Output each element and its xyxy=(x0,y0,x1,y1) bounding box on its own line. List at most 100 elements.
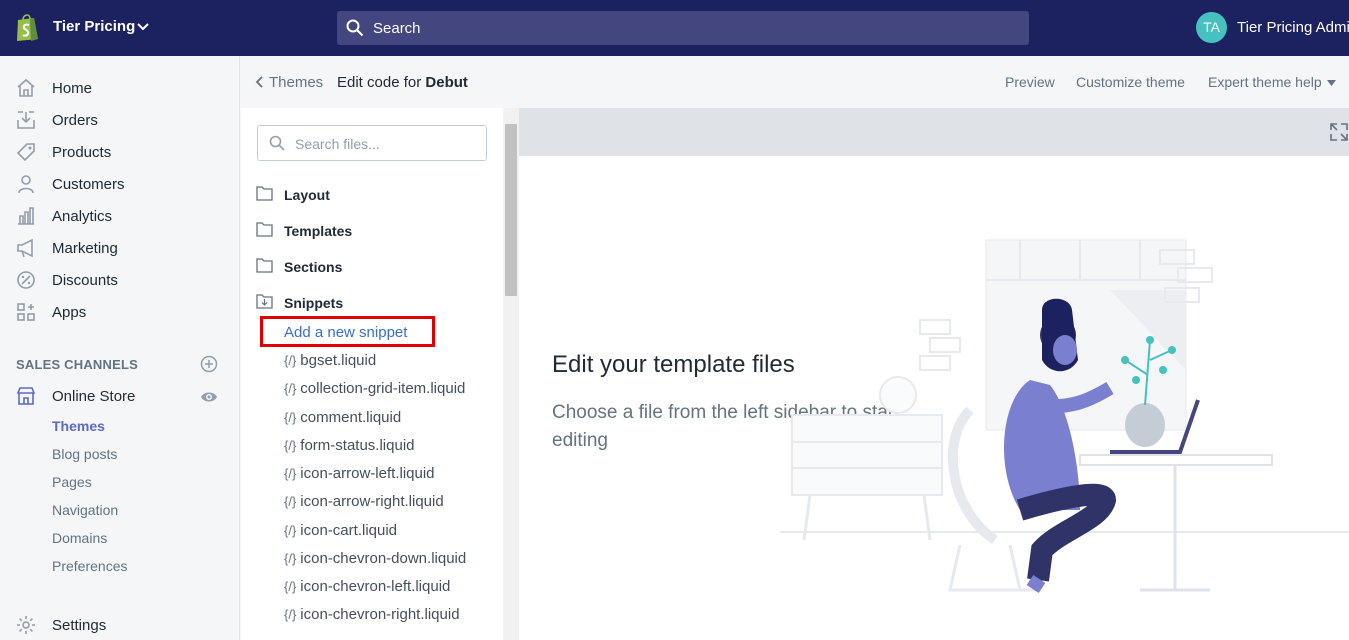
top-bar: Tier Pricing Search TA Tier Pricing Admi… xyxy=(0,0,1349,56)
chevron-left-icon[interactable] xyxy=(255,76,263,88)
liquid-file-icon: {/} xyxy=(284,551,297,566)
liquid-file-icon: {/} xyxy=(284,466,297,481)
file-item[interactable]: {/} icon-cart.liquid xyxy=(284,522,397,539)
sidebar-item-label: Home xyxy=(52,80,93,97)
liquid-file-icon: {/} xyxy=(284,353,297,368)
search-files-placeholder: Search files... xyxy=(295,136,380,152)
caret-down-icon[interactable] xyxy=(1327,80,1336,86)
sidebar-item-settings[interactable]: Settings xyxy=(0,609,239,640)
customize-theme-button[interactable]: Customize theme xyxy=(1076,74,1185,90)
shopify-logo-icon[interactable] xyxy=(14,14,40,42)
file-name: icon-arrow-right.liquid xyxy=(300,493,444,510)
eye-icon[interactable] xyxy=(200,389,218,405)
sidebar-item-apps[interactable]: Apps xyxy=(0,296,239,328)
store-name[interactable]: Tier Pricing xyxy=(53,18,135,35)
sidebar-item-label: Marketing xyxy=(52,240,118,257)
orders-icon xyxy=(17,111,35,129)
sidebar-item-label: Discounts xyxy=(52,272,118,289)
folder-sections[interactable]: Sections xyxy=(256,257,486,279)
folder-label: Templates xyxy=(284,223,353,239)
sidebar-item-customers[interactable]: Customers xyxy=(0,168,239,200)
breadcrumb-themes[interactable]: Themes xyxy=(269,74,323,91)
file-name: comment.liquid xyxy=(300,409,402,426)
developer-illustration xyxy=(780,239,1349,593)
global-search-bar[interactable]: Search xyxy=(337,11,1029,45)
expand-icon[interactable] xyxy=(1329,122,1349,142)
liquid-file-icon: {/} xyxy=(284,381,297,396)
apps-icon xyxy=(17,303,35,321)
scrollbar-thumb[interactable] xyxy=(505,124,517,296)
folder-label: Layout xyxy=(284,187,330,203)
add-snippet-highlight: Add a new snippet xyxy=(260,316,435,347)
liquid-file-icon: {/} xyxy=(284,438,297,453)
liquid-file-icon: {/} xyxy=(284,410,297,425)
sidebar-subitem-blog-posts[interactable]: Blog posts xyxy=(52,446,117,462)
liquid-file-icon: {/} xyxy=(284,523,297,538)
file-name: collection-grid-item.liquid xyxy=(300,380,466,397)
sidebar-item-analytics[interactable]: Analytics xyxy=(0,200,239,232)
person-icon xyxy=(18,175,34,194)
file-item[interactable]: {/} icon-arrow-right.liquid xyxy=(284,493,444,510)
search-icon xyxy=(346,19,364,37)
file-name: icon-chevron-down.liquid xyxy=(300,550,467,567)
preview-button[interactable]: Preview xyxy=(1005,74,1055,90)
folder-label: Snippets xyxy=(284,295,344,311)
sidebar-item-label: Online Store xyxy=(52,388,136,405)
sidebar-item-orders[interactable]: Orders xyxy=(0,104,239,136)
empty-state-title: Edit your template files xyxy=(552,351,795,378)
sidebar-item-label: Apps xyxy=(52,304,87,321)
page-title-prefix: Edit code for xyxy=(337,74,422,91)
avatar[interactable]: TA xyxy=(1196,12,1227,43)
tag-icon xyxy=(16,143,35,162)
search-files-input[interactable]: Search files... xyxy=(257,125,487,161)
store-icon xyxy=(16,387,36,405)
sidebar-item-label: Settings xyxy=(52,617,107,634)
add-channel-icon[interactable] xyxy=(200,355,218,373)
sidebar-item-home[interactable]: Home xyxy=(0,72,239,104)
sidebar-subitem-preferences[interactable]: Preferences xyxy=(52,558,127,574)
analytics-icon xyxy=(18,207,34,225)
editor-tab-bar xyxy=(519,108,1349,156)
file-item[interactable]: {/} icon-arrow-left.liquid xyxy=(284,465,435,482)
file-item[interactable]: {/} form-status.liquid xyxy=(284,437,415,454)
sidebar-subitem-domains[interactable]: Domains xyxy=(52,530,107,546)
folder-layout[interactable]: Layout xyxy=(256,185,486,207)
file-name: icon-chevron-right.liquid xyxy=(300,606,460,623)
folder-icon xyxy=(256,222,273,237)
file-item[interactable]: {/} bgset.liquid xyxy=(284,352,376,369)
sidebar-item-label: Orders xyxy=(52,112,98,129)
folder-templates[interactable]: Templates xyxy=(256,221,486,243)
admin-name[interactable]: Tier Pricing Admin xyxy=(1237,19,1349,36)
file-item[interactable]: {/} icon-chevron-left.liquid xyxy=(284,578,450,595)
home-icon xyxy=(17,78,35,97)
file-item[interactable]: {/} comment.liquid xyxy=(284,409,401,426)
gear-icon xyxy=(17,616,35,634)
sidebar-subitem-pages[interactable]: Pages xyxy=(52,474,92,490)
sidebar-item-label: Products xyxy=(52,144,112,161)
file-item[interactable]: {/} icon-chevron-right.liquid xyxy=(284,606,460,623)
sidebar-item-products[interactable]: Products xyxy=(0,136,239,168)
sidebar-subitem-themes[interactable]: Themes xyxy=(52,418,105,434)
sidebar-item-marketing[interactable]: Marketing xyxy=(0,232,239,264)
folder-icon xyxy=(256,186,273,201)
file-item[interactable]: {/} collection-grid-item.liquid xyxy=(284,380,465,397)
megaphone-icon xyxy=(17,238,33,258)
sidebar-subitem-navigation[interactable]: Navigation xyxy=(52,502,118,518)
file-item[interactable]: {/} icon-chevron-down.liquid xyxy=(284,550,466,567)
file-name: icon-chevron-left.liquid xyxy=(300,578,451,595)
chevron-down-icon[interactable] xyxy=(137,21,149,33)
expert-theme-help-button[interactable]: Expert theme help xyxy=(1208,74,1322,90)
discount-icon xyxy=(17,271,35,289)
page-title: Edit code for Debut xyxy=(337,74,468,91)
search-icon xyxy=(269,135,285,151)
liquid-file-icon: {/} xyxy=(284,494,297,509)
folder-snippets[interactable]: Snippets xyxy=(256,293,486,315)
folder-icon xyxy=(256,258,273,273)
sales-channels-heading: SALES CHANNELS xyxy=(16,357,138,372)
file-name: bgset.liquid xyxy=(300,352,377,369)
file-name: icon-arrow-left.liquid xyxy=(300,465,435,482)
sidebar-item-label: Customers xyxy=(52,176,125,193)
page-title-theme: Debut xyxy=(425,74,468,91)
add-snippet-link[interactable]: Add a new snippet xyxy=(284,324,407,341)
sidebar-item-discounts[interactable]: Discounts xyxy=(0,264,239,296)
